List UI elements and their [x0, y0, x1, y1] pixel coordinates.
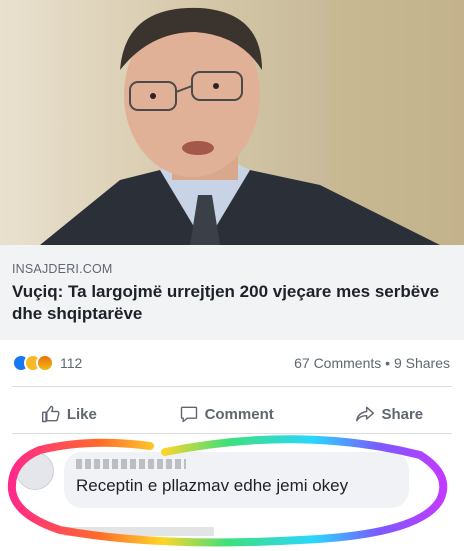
comment-bubble[interactable]: Receptin e pllazmav edhe jemi okey — [64, 452, 409, 508]
previous-replies-link[interactable] — [64, 524, 214, 539]
divider — [12, 386, 452, 387]
comment-icon — [180, 406, 197, 423]
article-headline[interactable]: Vuçiq: Ta largojmë urrejtjen 200 vjeçare… — [12, 281, 452, 325]
share-label: Share — [381, 405, 424, 423]
reaction-count: 112 — [60, 355, 83, 371]
engagement-stats: 67 Comments • 9 Shares — [294, 355, 450, 371]
comment-button[interactable]: Comment — [179, 404, 274, 424]
comment-section: Receptin e pllazmav edhe jemi okey — [0, 440, 464, 551]
thumbs-up-icon — [41, 405, 60, 423]
angry-reaction-icon — [36, 354, 54, 372]
action-bar: Like Comment Share — [0, 396, 464, 432]
like-button[interactable]: Like — [41, 404, 97, 424]
link-preview[interactable]: INSAJDERI.COM Vuçiq: Ta largojmë urrejtj… — [0, 245, 464, 340]
avatar[interactable] — [16, 452, 54, 490]
source-domain: INSAJDERI.COM — [12, 262, 113, 276]
stats-separator: • — [385, 355, 391, 371]
comments-count[interactable]: 67 Comments — [294, 355, 381, 371]
article-photo[interactable] — [0, 0, 464, 245]
comment-text: Receptin e pllazmav edhe jemi okey — [76, 476, 349, 495]
comment-label: Comment — [204, 405, 274, 423]
reactions-summary[interactable]: 112 — [12, 353, 82, 373]
share-button[interactable]: Share — [355, 404, 423, 424]
like-label: Like — [66, 405, 97, 423]
person-photo — [40, 0, 464, 245]
commenter-name-redacted — [76, 459, 186, 469]
divider — [12, 433, 452, 434]
share-arrow-icon — [356, 406, 375, 422]
shares-count[interactable]: 9 Shares — [394, 355, 450, 371]
